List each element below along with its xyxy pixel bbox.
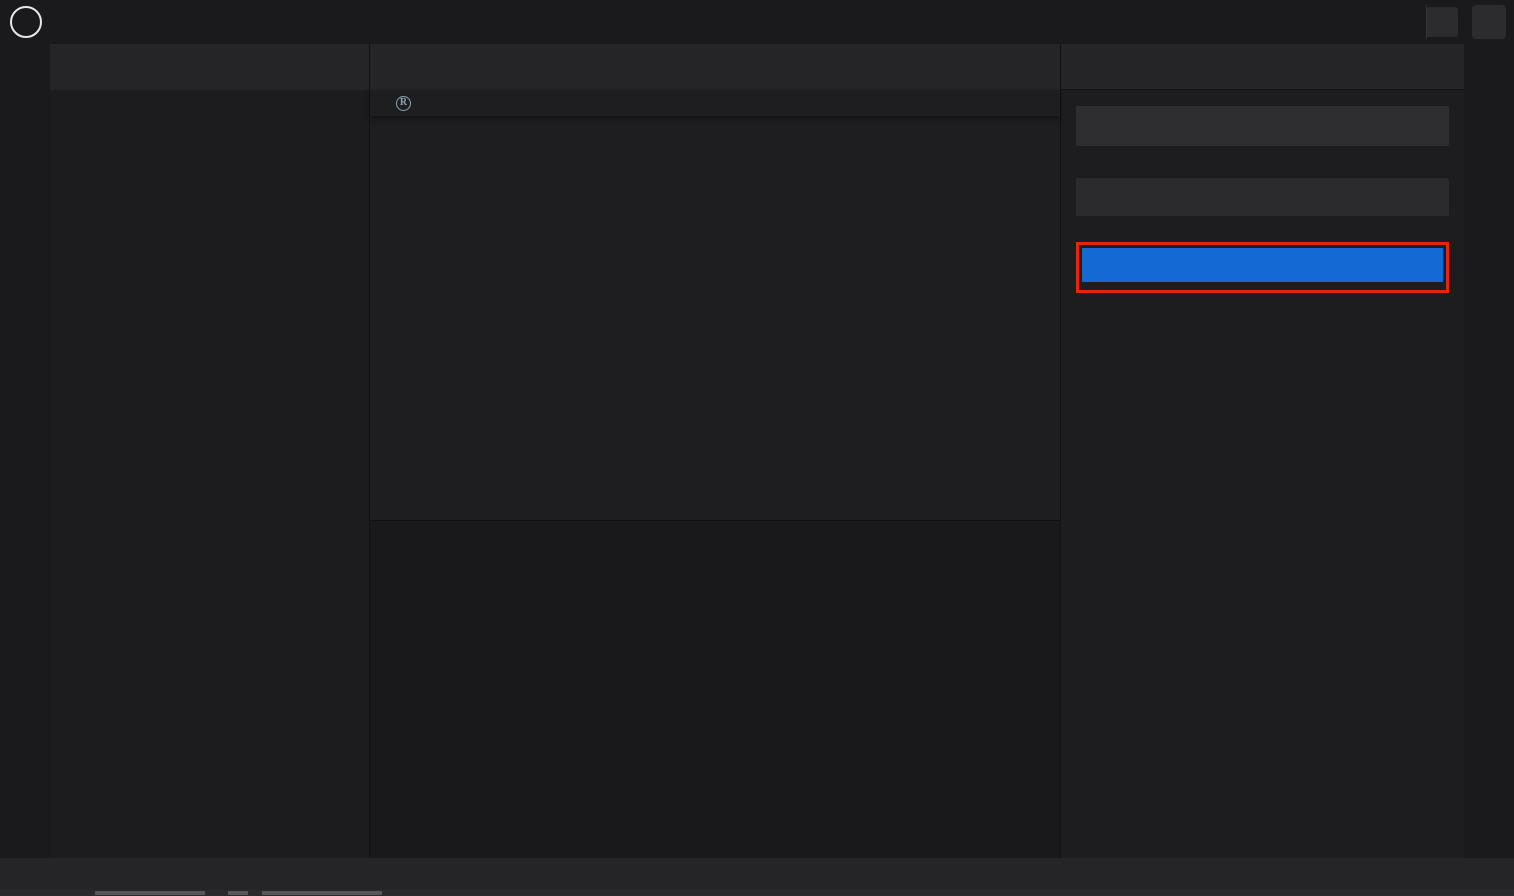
- right-activity-bar: [1464, 44, 1514, 858]
- swanky-panel-title: [1061, 44, 1464, 90]
- sandbox-notice: [1076, 106, 1449, 146]
- editor-tabstrip: [370, 44, 1060, 90]
- avatar[interactable]: [1472, 5, 1506, 39]
- editor-actions: [1046, 44, 1060, 90]
- start-button[interactable]: [1082, 248, 1443, 282]
- swanky-node-panel: [1060, 44, 1464, 858]
- titlebar: [0, 0, 1514, 44]
- explorer-sidebar: [50, 44, 370, 858]
- swanky-panel-body: [1061, 90, 1464, 331]
- back-button[interactable]: [10, 6, 42, 38]
- panel-output-body: [370, 565, 1060, 858]
- panel-tabs: [370, 521, 1060, 565]
- rust-file-icon: R: [396, 96, 411, 111]
- left-activity-bar: [0, 44, 50, 858]
- titlebar-right: [1426, 5, 1506, 39]
- chainide-window: R: [0, 0, 1514, 896]
- main-area: R: [0, 44, 1514, 858]
- bottom-panel: [370, 520, 1060, 858]
- status-bar: [0, 858, 1514, 890]
- code-editor[interactable]: [370, 116, 1060, 520]
- start-button-highlight: [1076, 242, 1449, 293]
- command-input[interactable]: [1076, 178, 1449, 216]
- connected-button[interactable]: [1426, 7, 1458, 37]
- clipped-bottom-row: [0, 890, 1514, 896]
- editor-column: R: [370, 44, 1060, 858]
- file-tree: [50, 90, 369, 103]
- breadcrumb: R: [370, 90, 1060, 116]
- explorer-header: [50, 44, 369, 90]
- guide-button[interactable]: [1426, 5, 1427, 39]
